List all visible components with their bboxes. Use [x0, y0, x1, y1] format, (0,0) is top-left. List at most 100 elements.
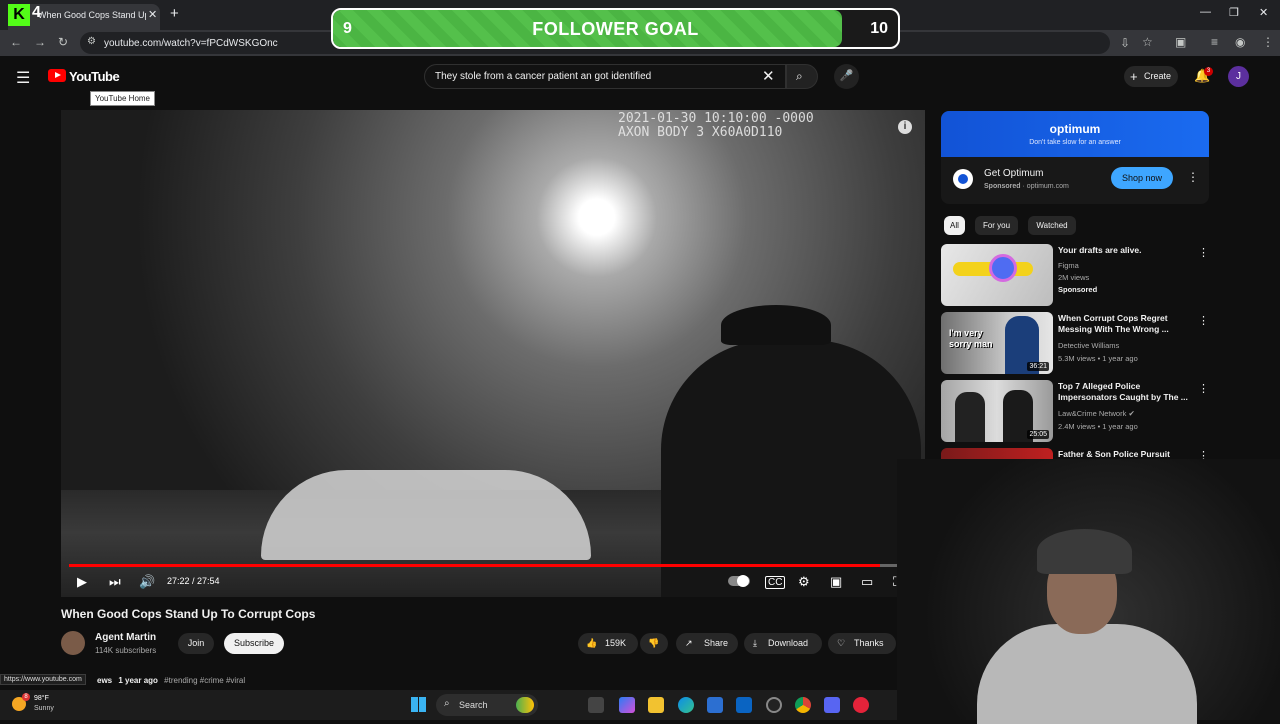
play-icon[interactable]: ▶	[77, 574, 87, 590]
search-button[interactable]: ⌕	[786, 64, 818, 89]
extensions-icon[interactable]: ▣	[1175, 35, 1186, 49]
rec-title[interactable]: Your drafts are alive.	[1058, 245, 1194, 256]
chrome-icon[interactable]	[795, 697, 811, 713]
chip-for-you[interactable]: For you	[975, 216, 1018, 235]
share-button[interactable]: ↗ Share	[676, 633, 738, 654]
site-info-icon[interactable]: ⚙	[87, 36, 96, 47]
media-controls-icon[interactable]: ≡	[1211, 35, 1218, 49]
channel-avatar[interactable]	[61, 631, 85, 655]
rec-thumbnail[interactable]: 25:05	[941, 380, 1053, 442]
dislike-button[interactable]: 👎	[640, 633, 668, 654]
status-bar-url: https://www.youtube.com	[0, 674, 86, 685]
rec-title[interactable]: Top 7 Alleged Police Impersonators Caugh…	[1058, 381, 1194, 403]
search-input[interactable]: They stole from a cancer patient an got …	[424, 64, 786, 89]
bookmark-star-icon[interactable]: ☆	[1142, 35, 1153, 49]
download-button[interactable]: ⤓ Download	[744, 633, 822, 654]
autoplay-toggle[interactable]	[728, 575, 750, 587]
search-icon: ⌕	[796, 69, 803, 83]
search-clear-icon[interactable]: ✕	[762, 67, 775, 85]
rec-channel[interactable]: Law&Crime Network ✔	[1058, 409, 1135, 418]
theater-mode-icon[interactable]: ▭	[861, 574, 873, 590]
join-button[interactable]: Join	[178, 633, 214, 654]
thumb-caption: I'm very sorry man	[949, 328, 993, 349]
share-label: Share	[704, 638, 729, 648]
hamburger-menu-icon[interactable]: ☰	[16, 68, 30, 88]
thumbs-up-icon: 👍	[586, 638, 598, 648]
like-count: 159K	[605, 638, 627, 648]
next-icon[interactable]: ⏭	[109, 574, 121, 590]
rec-thumbnail[interactable]	[941, 448, 1053, 459]
hashtags[interactable]: #trending #crime #viral	[164, 676, 245, 685]
youtube-logo-icon[interactable]	[48, 69, 66, 82]
video-officer-silhouette	[661, 340, 921, 597]
account-avatar[interactable]: J	[1228, 66, 1249, 87]
weather-description: Sunny	[34, 705, 54, 712]
chip-all[interactable]: All	[944, 216, 965, 235]
copilot-icon[interactable]	[619, 697, 635, 713]
bodycam-watermark: 2021-01-30 10:10:00 -0000 AXON BODY 3 X6…	[618, 111, 814, 140]
goal-target: 10	[870, 20, 888, 37]
chip-watched[interactable]: Watched	[1028, 216, 1076, 235]
install-icon[interactable]: ⇩	[1120, 36, 1130, 50]
captions-icon[interactable]: CC	[765, 576, 786, 589]
ad-title[interactable]: Get Optimum	[984, 168, 1043, 179]
thanks-label: Thanks	[854, 638, 884, 648]
windows-start-icon[interactable]	[411, 697, 426, 712]
store-icon[interactable]	[707, 697, 723, 713]
discord-icon[interactable]	[824, 697, 840, 713]
outlook-icon[interactable]	[736, 697, 752, 713]
create-button[interactable]: + Create	[1124, 66, 1178, 87]
close-window-icon[interactable]: ✕	[1259, 6, 1268, 19]
rec-more-icon[interactable]: ⋮	[1198, 246, 1209, 259]
rec-channel[interactable]: Figma	[1058, 261, 1079, 270]
volume-icon[interactable]: 🔊	[139, 574, 155, 590]
rec-sponsored-label: Sponsored	[1058, 285, 1098, 294]
reload-icon[interactable]: ↻	[58, 35, 68, 49]
settings-gear-icon[interactable]: ⚙	[798, 574, 810, 590]
rec-thumbnail[interactable]: I'm very sorry man 36:21	[941, 312, 1053, 374]
media-app-icon[interactable]	[853, 697, 869, 713]
browser-tab[interactable]: When Good Cops Stand Up ✕	[8, 4, 160, 30]
ad-sponsored-label: Sponsored	[984, 183, 1021, 190]
shop-now-button[interactable]: Shop now	[1111, 167, 1173, 189]
rec-thumbnail[interactable]	[941, 244, 1053, 306]
like-button[interactable]: 👍 159K	[578, 633, 638, 654]
thanks-button[interactable]: ♡ Thanks	[828, 633, 896, 654]
tab-close-icon[interactable]: ✕	[148, 8, 157, 21]
description-prefix: ews	[97, 676, 113, 685]
back-icon[interactable]: ←	[10, 35, 22, 49]
share-icon: ↗	[685, 638, 693, 648]
ad-card[interactable]: optimum Don't take slow for an answer Ge…	[941, 111, 1209, 204]
obs-icon[interactable]	[766, 697, 782, 713]
miniplayer-icon[interactable]: ▣	[830, 574, 842, 590]
forward-icon[interactable]: →	[34, 35, 46, 49]
progress-bar[interactable]	[69, 564, 897, 567]
task-view-icon[interactable]	[588, 697, 604, 713]
youtube-wordmark[interactable]: YouTube	[69, 69, 120, 84]
plus-icon: +	[1130, 69, 1138, 84]
video-player[interactable]: 2021-01-30 10:10:00 -0000 AXON BODY 3 X6…	[61, 110, 925, 597]
rec-title[interactable]: When Corrupt Cops Regret Messing With Th…	[1058, 313, 1194, 335]
rec-channel[interactable]: Detective Williams	[1058, 341, 1119, 350]
voice-search-icon[interactable]: 🎤	[834, 64, 859, 89]
file-explorer-icon[interactable]	[648, 697, 664, 713]
subscribe-button[interactable]: Subscribe	[224, 633, 284, 654]
thumb-disc-shape	[989, 254, 1017, 282]
edge-icon[interactable]	[678, 697, 694, 713]
browser-menu-icon[interactable]: ⋮	[1262, 35, 1274, 49]
profile-icon[interactable]: ◉	[1235, 35, 1245, 49]
description-summary[interactable]: ews 1 year ago #trending #crime #viral	[61, 676, 245, 685]
ad-more-icon[interactable]: ⋮	[1187, 170, 1199, 184]
taskbar-search[interactable]: ⌕ Search	[436, 694, 538, 716]
progress-fill	[69, 564, 881, 567]
ad-banner[interactable]: optimum Don't take slow for an answer	[941, 111, 1209, 157]
new-tab-icon[interactable]: +	[170, 5, 179, 22]
rec-more-icon[interactable]: ⋮	[1198, 314, 1209, 327]
rec-more-icon[interactable]: ⋮	[1198, 382, 1209, 395]
info-icon[interactable]: i	[898, 120, 912, 134]
maximize-icon[interactable]: ❐	[1229, 6, 1239, 19]
minimize-icon[interactable]: —	[1200, 6, 1211, 18]
download-label: Download	[768, 638, 809, 648]
channel-name[interactable]: Agent Martin	[95, 632, 156, 643]
rec-views: 5.3M views • 1 year ago	[1058, 354, 1138, 363]
